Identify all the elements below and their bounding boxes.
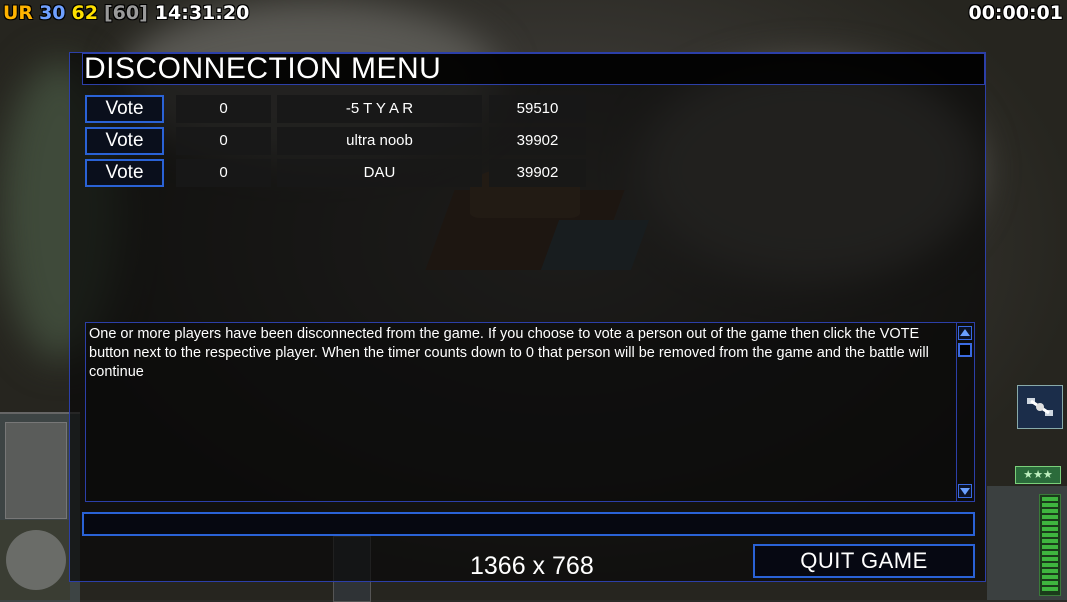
faction-label: UR	[3, 2, 34, 24]
radar-icon	[6, 530, 66, 590]
hud-value-gray: [60]	[103, 2, 148, 24]
player-ping: 59510	[489, 95, 586, 123]
scroll-down-icon[interactable]	[958, 484, 972, 498]
message-scrollbar[interactable]	[956, 323, 974, 501]
hud-value-yellow: 62	[71, 2, 98, 24]
player-votes: 0	[176, 159, 271, 187]
sidebar-right-panel	[987, 486, 1067, 600]
game-timer: 00:00:01	[968, 2, 1063, 24]
player-name: DAU	[277, 159, 482, 187]
message-text: One or more players have been disconnect…	[89, 326, 929, 380]
player-ping: 39902	[489, 127, 586, 155]
quit-game-button[interactable]: QUIT GAME	[753, 544, 975, 578]
vote-button[interactable]: Vote	[85, 127, 164, 155]
satellite-icon[interactable]	[1017, 385, 1063, 429]
scroll-up-icon[interactable]	[958, 326, 972, 340]
vote-button[interactable]: Vote	[85, 159, 164, 187]
clock: 14:31:20	[154, 2, 250, 24]
scroll-thumb[interactable]	[958, 343, 972, 357]
player-name: -5 T Y A R	[277, 95, 482, 123]
vote-button[interactable]: Vote	[85, 95, 164, 123]
power-meter-icon	[1039, 494, 1061, 596]
hud-stats: UR 30 62 [60] 14:31:20	[3, 0, 255, 26]
unit-portrait-slot	[5, 422, 67, 519]
player-ping: 39902	[489, 159, 586, 187]
player-votes: 0	[176, 95, 271, 123]
radar-panel	[0, 520, 70, 600]
rank-stars-icon: ★★★	[1015, 466, 1061, 484]
player-name: ultra noob	[277, 127, 482, 155]
message-box[interactable]: One or more players have been disconnect…	[85, 322, 975, 502]
player-votes: 0	[176, 127, 271, 155]
chat-input[interactable]	[82, 512, 975, 536]
dialog-title: DISCONNECTION MENU	[82, 53, 985, 85]
resolution-label: 1366 x 768	[470, 552, 594, 580]
hud-value-blue: 30	[39, 2, 66, 24]
